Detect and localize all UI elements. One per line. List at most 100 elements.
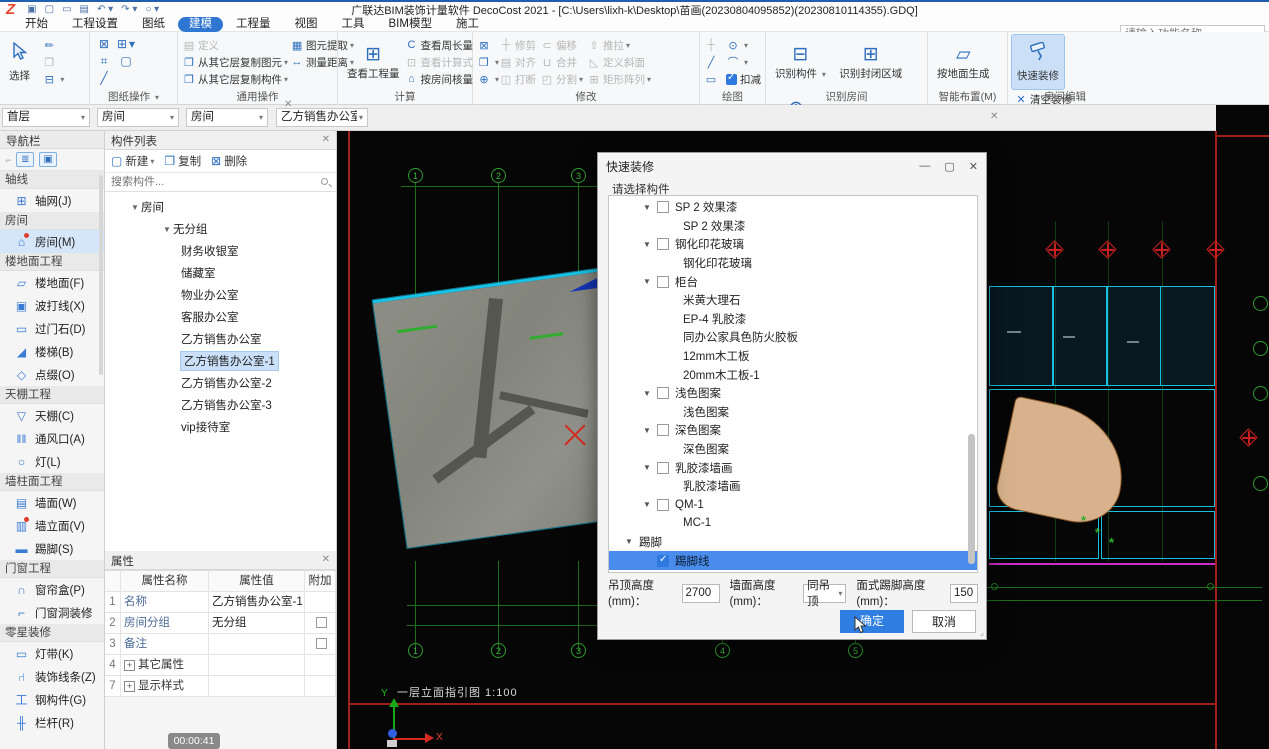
- tree-group[interactable]: ▼踢脚: [609, 533, 977, 552]
- tree-item[interactable]: ▼钢化印花玻璃: [609, 235, 977, 254]
- sidebar-item-wall-face[interactable]: ▤墙面(W): [0, 491, 104, 514]
- circle-icon[interactable]: ⊙▾: [726, 37, 761, 53]
- slope-button[interactable]: ◺定义斜面: [587, 54, 651, 70]
- sidebar-item-railing[interactable]: ╫栏杆(R): [0, 711, 104, 734]
- stretch-icon[interactable]: ⌗: [94, 54, 114, 71]
- list-item[interactable]: 乙方销售办公室: [105, 328, 336, 350]
- table-row[interactable]: 4+其它属性: [105, 655, 336, 676]
- point-icon[interactable]: ┼: [704, 37, 726, 53]
- table-row[interactable]: 7+显示样式: [105, 676, 336, 697]
- generate-by-floor-button[interactable]: ▱ 按地面生成: [932, 35, 995, 89]
- list-item[interactable]: 财务收银室: [105, 240, 336, 262]
- dialog-tree-scrollbar[interactable]: [968, 434, 975, 564]
- quick-decorate-button[interactable]: 快速装修: [1012, 35, 1064, 89]
- list-view-icon[interactable]: ≣: [16, 152, 34, 167]
- dialog-titlebar[interactable]: 快速装修 — ▢ ✕: [598, 153, 986, 179]
- new-component-button[interactable]: ▢新建▾: [111, 153, 154, 169]
- list-item[interactable]: 乙方销售办公室-2: [105, 372, 336, 394]
- tree-item[interactable]: ▼SP 2 效果漆: [609, 198, 977, 217]
- table-icon[interactable]: ⊞▾: [116, 37, 136, 54]
- tree-item[interactable]: ▼深色图案: [609, 421, 977, 440]
- pushpull-button[interactable]: ⇧推拉▾: [587, 37, 651, 53]
- panel-view-icon[interactable]: ▣: [39, 152, 57, 167]
- sync-icon[interactable]: ○ ▾: [145, 3, 159, 16]
- close-icon[interactable]: ✕: [284, 99, 292, 110]
- tree-child[interactable]: 12mm木工板: [609, 347, 977, 366]
- sidebar-item-vent[interactable]: ‖‖通风口(A): [0, 427, 104, 450]
- array-button[interactable]: ⊞矩形阵列▾: [587, 71, 651, 87]
- delete-icon[interactable]: ⊠: [477, 37, 499, 53]
- unchecked-checkbox[interactable]: [657, 201, 669, 213]
- wall-height-select[interactable]: 同吊顶▾: [803, 584, 846, 603]
- tab-tools[interactable]: 工具: [331, 17, 376, 32]
- component-search-input[interactable]: [105, 173, 336, 191]
- unchecked-checkbox[interactable]: [657, 499, 669, 511]
- view-formula-button[interactable]: ⊡查看计算式: [405, 54, 474, 70]
- unchecked-checkbox[interactable]: [657, 424, 669, 436]
- minimize-icon[interactable]: —: [919, 160, 930, 173]
- sidebar-item-light-strip[interactable]: ▭灯带(K): [0, 642, 104, 665]
- sidebar-item-trim-line[interactable]: ⑁装饰线条(Z): [0, 665, 104, 688]
- tab-bim-model[interactable]: BIM模型: [378, 17, 443, 32]
- tree-child[interactable]: 同办公家具色防火胶板: [609, 328, 977, 347]
- floor-select[interactable]: 首层▾: [2, 108, 90, 127]
- room-check-button[interactable]: ⌂按房间核量: [405, 71, 474, 87]
- offset-button[interactable]: ⊂偏移: [540, 37, 583, 53]
- table-row[interactable]: 1名称乙方销售办公室-1: [105, 592, 336, 613]
- tree-item[interactable]: ▼柜台: [609, 272, 977, 291]
- rotate-icon[interactable]: ⊕▾: [477, 71, 499, 87]
- list-item[interactable]: 乙方销售办公室-3: [105, 394, 336, 416]
- tree-item[interactable]: ▼浅色图案: [609, 384, 977, 403]
- tab-construction[interactable]: 施工: [445, 17, 490, 32]
- tab-quantities[interactable]: 工程量: [225, 17, 282, 32]
- save-icon[interactable]: ▤: [80, 3, 89, 16]
- new-file-icon[interactable]: ▢: [45, 3, 54, 16]
- attach-checkbox[interactable]: [316, 638, 327, 649]
- close-icon[interactable]: ✕: [969, 160, 978, 173]
- close-icon[interactable]: ✕: [990, 111, 998, 122]
- unchecked-checkbox[interactable]: [657, 387, 669, 399]
- category-select[interactable]: 房间▾: [97, 108, 179, 127]
- table-row[interactable]: 2房间分组无分组: [105, 613, 336, 634]
- close-icon[interactable]: ✕: [322, 134, 330, 145]
- trash-icon[interactable]: ⊠: [94, 37, 114, 54]
- sidebar-item-opening-decor[interactable]: ⌐门窗洞装修: [0, 601, 104, 624]
- ceiling-height-input[interactable]: [682, 584, 720, 603]
- tree-child[interactable]: 乳胶漆墙画: [609, 477, 977, 496]
- type-select[interactable]: 房间▾: [186, 108, 268, 127]
- list-item[interactable]: 客服办公室: [105, 306, 336, 328]
- identify-component-button[interactable]: ⊟ 识别构件 ▾: [770, 35, 831, 89]
- tree-child[interactable]: 钢化印花玻璃: [609, 254, 977, 273]
- trim-button[interactable]: ┼修剪: [499, 37, 536, 53]
- tree-child[interactable]: 深色图案: [609, 440, 977, 459]
- deduct-checkbox[interactable]: 扣减: [726, 71, 761, 87]
- sidebar-item-floor[interactable]: ▱楼地面(F): [0, 271, 104, 294]
- maximize-icon[interactable]: ▢: [944, 160, 954, 173]
- tab-drawings[interactable]: 图纸: [131, 17, 176, 32]
- copy-from-layer-components-button[interactable]: ❐从其它层复制构件▾: [182, 71, 288, 87]
- list-item[interactable]: 储藏室: [105, 262, 336, 284]
- unchecked-checkbox[interactable]: [657, 462, 669, 474]
- tree-child[interactable]: 20mm木工板-1: [609, 365, 977, 384]
- open-file-icon[interactable]: ▭: [62, 3, 71, 16]
- page-icon[interactable]: ▢: [116, 54, 136, 71]
- align-button[interactable]: ▤对齐: [499, 54, 536, 70]
- rect-icon[interactable]: ▭: [704, 71, 726, 87]
- line-icon[interactable]: ╱: [704, 54, 726, 70]
- ok-button[interactable]: 确定: [840, 610, 904, 633]
- sidebar-item-steel[interactable]: 工钢构件(G): [0, 688, 104, 711]
- delete-component-button[interactable]: ⊠删除: [211, 153, 247, 169]
- expand-icon[interactable]: +: [124, 681, 135, 692]
- copy-from-layer-elements-button[interactable]: ❐从其它层复制图元▾: [182, 54, 288, 70]
- resize-grip[interactable]: ⌟: [980, 627, 984, 638]
- list-item[interactable]: 物业办公室: [105, 284, 336, 306]
- tab-view[interactable]: 视图: [284, 17, 329, 32]
- tree-child[interactable]: EP-4 乳胶漆: [609, 310, 977, 329]
- sidebar-item-room[interactable]: ⌂房间(M): [0, 230, 104, 253]
- select-button[interactable]: 选择: [4, 35, 35, 89]
- tree-item[interactable]: ▼QM-1: [609, 496, 977, 515]
- nav-scrollbar[interactable]: [99, 175, 103, 375]
- list-item-selected[interactable]: 乙方销售办公室-1: [105, 350, 336, 372]
- skirting-height-input[interactable]: [950, 584, 978, 603]
- sidebar-item-wall-elevation[interactable]: ▥墙立面(V): [0, 514, 104, 537]
